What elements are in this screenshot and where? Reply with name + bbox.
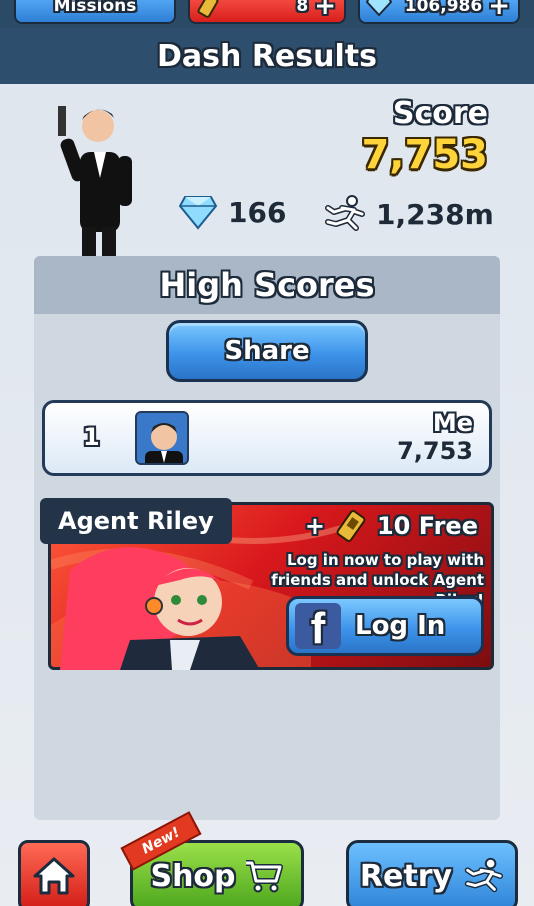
shop-label: Shop <box>150 858 236 894</box>
gems-count: 106,986 <box>404 0 483 16</box>
add-keys-icon[interactable]: + <box>314 0 336 19</box>
reward-text: 10 Free <box>376 512 478 540</box>
login-label: Log In <box>355 611 446 641</box>
key-icon <box>197 0 219 18</box>
keys-counter[interactable]: 8 + <box>188 0 346 24</box>
high-scores-title-text: High Scores <box>159 266 375 304</box>
gem-icon <box>366 0 392 16</box>
share-label: Share <box>224 336 310 366</box>
home-icon <box>33 857 75 895</box>
avatar <box>135 411 189 465</box>
running-man-icon <box>325 195 365 231</box>
share-button[interactable]: Share <box>166 320 368 382</box>
player-avatar-image <box>137 413 187 463</box>
distance-value: 1,238m <box>376 197 494 231</box>
row-score: 7,753 <box>397 437 473 465</box>
running-man-icon <box>464 857 504 893</box>
missions-label: Missions <box>53 0 137 16</box>
table-row: 1 Me 7,753 <box>42 400 492 476</box>
gems-collected-value: 166 <box>228 195 287 229</box>
high-scores-title: High Scores <box>34 256 500 314</box>
shopping-cart-icon <box>245 860 283 893</box>
promo-character-name: Agent Riley <box>40 498 232 544</box>
score-label: Score <box>392 96 488 131</box>
score-value: 7,753 <box>361 132 488 178</box>
free-keys-reward: + 10 Free <box>305 508 478 544</box>
row-name: Me <box>432 409 473 437</box>
add-gems-icon[interactable]: + <box>488 0 510 19</box>
home-button[interactable] <box>18 840 90 906</box>
facebook-icon: f <box>295 603 341 649</box>
keys-count: 8 <box>296 0 309 16</box>
key-icon <box>336 510 366 542</box>
retry-button[interactable]: Retry <box>346 840 518 906</box>
retry-label: Retry <box>359 858 453 894</box>
gems-counter[interactable]: 106,986 + <box>358 0 520 24</box>
missions-button[interactable]: Missions <box>14 0 176 24</box>
page-title: Dash Results <box>0 28 534 84</box>
gem-icon <box>178 196 218 230</box>
gems-collected: 166 <box>178 194 286 230</box>
row-rank: 1 <box>83 423 100 451</box>
page-title-text: Dash Results <box>157 38 377 74</box>
distance-run: 1,238m <box>320 194 494 234</box>
reward-plus: + <box>304 512 325 540</box>
facebook-login-button[interactable]: f Log In <box>286 596 484 656</box>
